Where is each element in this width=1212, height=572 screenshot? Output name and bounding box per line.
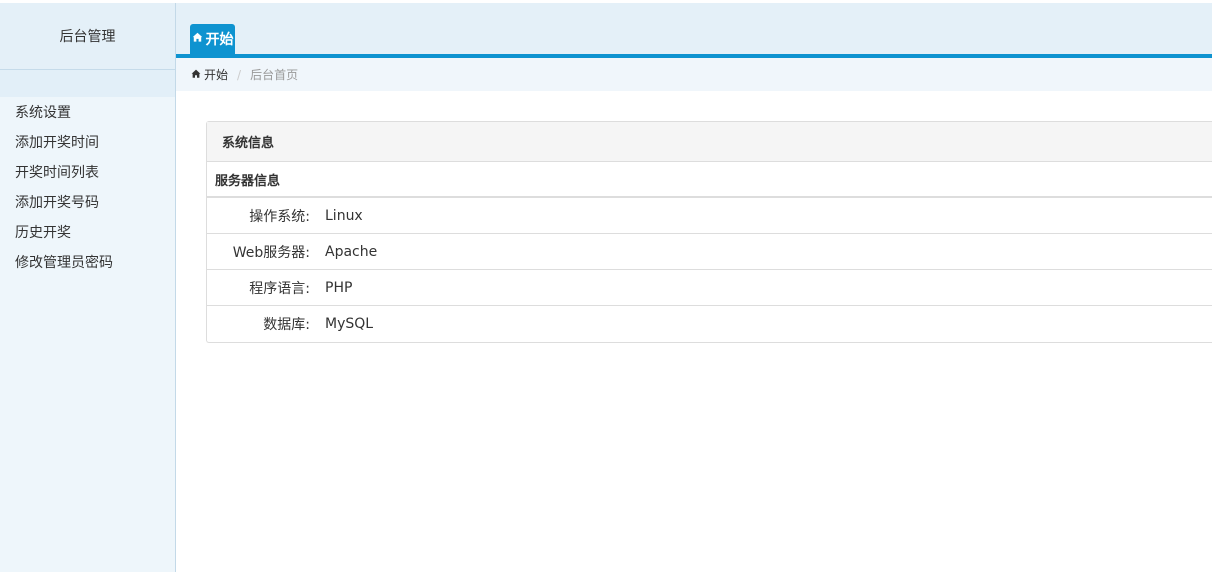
sidebar-item-add-draw-number[interactable]: 添加开奖号码: [0, 188, 175, 218]
breadcrumb-current: 后台首页: [250, 68, 299, 82]
panel-title: 系统信息: [207, 122, 1212, 162]
sidebar-menu: 系统设置 添加开奖时间 开奖时间列表 添加开奖号码 历史开奖 修改管理员密码: [0, 97, 175, 278]
tab-start-label: 开始: [205, 32, 234, 48]
info-row-os: 操作系统: Linux: [207, 198, 1212, 234]
top-bar: 开始: [176, 3, 1212, 54]
sidebar-item-draw-history[interactable]: 历史开奖: [0, 218, 175, 248]
info-label: 操作系统:: [249, 208, 310, 225]
info-label: 程序语言:: [249, 280, 310, 297]
info-row-language: 程序语言: PHP: [207, 270, 1212, 306]
home-icon: [191, 68, 201, 82]
breadcrumb-separator: /: [237, 67, 242, 82]
sidebar-item-change-admin-password[interactable]: 修改管理员密码: [0, 248, 175, 278]
info-label: Web服务器:: [232, 244, 310, 261]
sidebar-title: 后台管理: [0, 3, 175, 70]
breadcrumb-home[interactable]: 开始: [191, 66, 228, 83]
sidebar-item-system-settings[interactable]: 系统设置: [0, 98, 175, 128]
breadcrumb-home-label: 开始: [204, 68, 229, 82]
sidebar-item-add-draw-time[interactable]: 添加开奖时间: [0, 128, 175, 158]
info-value: PHP: [325, 279, 353, 296]
breadcrumb: 开始 / 后台首页: [176, 58, 1212, 91]
info-value: Linux: [325, 207, 363, 224]
info-label: 数据库:: [263, 317, 310, 333]
info-value: MySQL: [325, 316, 374, 332]
sidebar-item-draw-time-list[interactable]: 开奖时间列表: [0, 158, 175, 188]
home-icon: [192, 31, 203, 47]
system-info-panel: 系统信息 服务器信息 操作系统: Linux Web服务器: Apache 程序…: [206, 121, 1212, 343]
info-value: Apache: [325, 243, 378, 260]
tab-start[interactable]: 开始: [190, 24, 235, 54]
server-info-title: 服务器信息: [207, 162, 1212, 198]
sidebar: 后台管理 系统设置 添加开奖时间 开奖时间列表 添加开奖号码 历史开奖 修改管理…: [0, 3, 176, 572]
info-row-database: 数据库: MySQL: [207, 306, 1212, 342]
info-row-web-server: Web服务器: Apache: [207, 234, 1212, 270]
sidebar-band: [0, 70, 175, 97]
